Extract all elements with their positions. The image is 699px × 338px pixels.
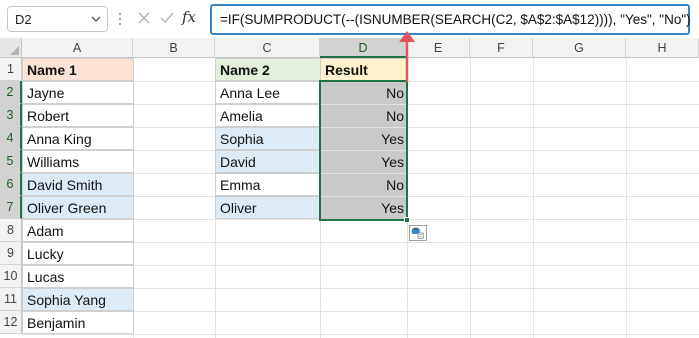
column-header-g[interactable]: G xyxy=(533,38,626,58)
cell-a5[interactable]: Williams xyxy=(22,150,134,173)
cell-c4[interactable]: Sophia xyxy=(215,127,321,150)
formula-text: =IF(SUMPRODUCT(--(ISNUMBER(SEARCH(C2, $A… xyxy=(220,12,691,27)
column-header-d[interactable]: D xyxy=(320,38,407,58)
select-all-button[interactable] xyxy=(0,38,22,58)
cell-d2[interactable]: No xyxy=(321,82,407,104)
row-header-6[interactable]: 6 xyxy=(0,173,22,196)
name-box[interactable]: D2 xyxy=(7,6,108,32)
close-icon[interactable] xyxy=(134,8,154,28)
cell-a12[interactable]: Benjamin xyxy=(22,311,134,334)
row-header-10[interactable]: 10 xyxy=(0,265,22,288)
cell-d1[interactable]: Result xyxy=(320,58,408,81)
cell-a1[interactable]: Name 1 xyxy=(22,58,134,81)
formula-input[interactable]: =IF(SUMPRODUCT(--(ISNUMBER(SEARCH(C2, $A… xyxy=(210,4,691,35)
cell-d4[interactable]: Yes xyxy=(321,128,407,150)
cell-a7[interactable]: Oliver Green xyxy=(22,196,134,219)
name-box-value: D2 xyxy=(15,12,32,27)
cell-a4[interactable]: Anna King xyxy=(22,127,134,150)
row-header-7[interactable]: 7 xyxy=(0,196,22,219)
cell-a9[interactable]: Lucky xyxy=(22,242,134,265)
cell-c7[interactable]: Oliver xyxy=(215,196,321,219)
arrow-up-icon xyxy=(399,31,415,82)
cell-c5[interactable]: David xyxy=(215,150,321,173)
cell-c6[interactable]: Emma xyxy=(215,173,321,196)
check-icon[interactable] xyxy=(157,8,177,28)
row-header-4[interactable]: 4 xyxy=(0,127,22,150)
row-header-3[interactable]: 3 xyxy=(0,104,22,127)
column-header-a[interactable]: A xyxy=(22,38,133,58)
row-header-1[interactable]: 1 xyxy=(0,58,22,81)
formula-bar-separator-icon xyxy=(119,13,121,25)
row-header-11[interactable]: 11 xyxy=(0,288,22,311)
cell-c1[interactable]: Name 2 xyxy=(215,58,321,81)
cell-a3[interactable]: Robert xyxy=(22,104,134,127)
column-header-f[interactable]: F xyxy=(470,38,533,58)
row-header-2[interactable]: 2 xyxy=(0,81,22,104)
cell-d6[interactable]: No xyxy=(321,174,407,196)
cell-a8[interactable]: Adam xyxy=(22,219,134,242)
insert-function-button[interactable]: fx xyxy=(182,8,196,26)
column-header-c[interactable]: C xyxy=(215,38,320,58)
row-header-8[interactable]: 8 xyxy=(0,219,22,242)
cell-c2[interactable]: Anna Lee xyxy=(215,81,321,104)
spreadsheet-grid[interactable]: A B C D E F G H 1 2 3 4 5 6 7 8 9 10 11 … xyxy=(0,38,699,338)
fill-handle[interactable] xyxy=(404,217,410,223)
chevron-down-icon[interactable] xyxy=(91,16,101,23)
row-header-5[interactable]: 5 xyxy=(0,150,22,173)
cell-d7[interactable]: Yes xyxy=(321,197,407,219)
cell-d3[interactable]: No xyxy=(321,105,407,127)
paste-options-icon[interactable] xyxy=(409,225,427,241)
cell-c3[interactable]: Amelia xyxy=(215,104,321,127)
cell-a11[interactable]: Sophia Yang xyxy=(22,288,134,311)
cell-a10[interactable]: Lucas xyxy=(22,265,134,288)
cell-a6[interactable]: David Smith xyxy=(22,173,134,196)
cell-d5[interactable]: Yes xyxy=(321,151,407,173)
column-header-b[interactable]: B xyxy=(133,38,215,58)
row-header-12[interactable]: 12 xyxy=(0,311,22,334)
column-header-h[interactable]: H xyxy=(626,38,699,58)
row-header-9[interactable]: 9 xyxy=(0,242,22,265)
cell-a2[interactable]: Jayne xyxy=(22,81,134,104)
